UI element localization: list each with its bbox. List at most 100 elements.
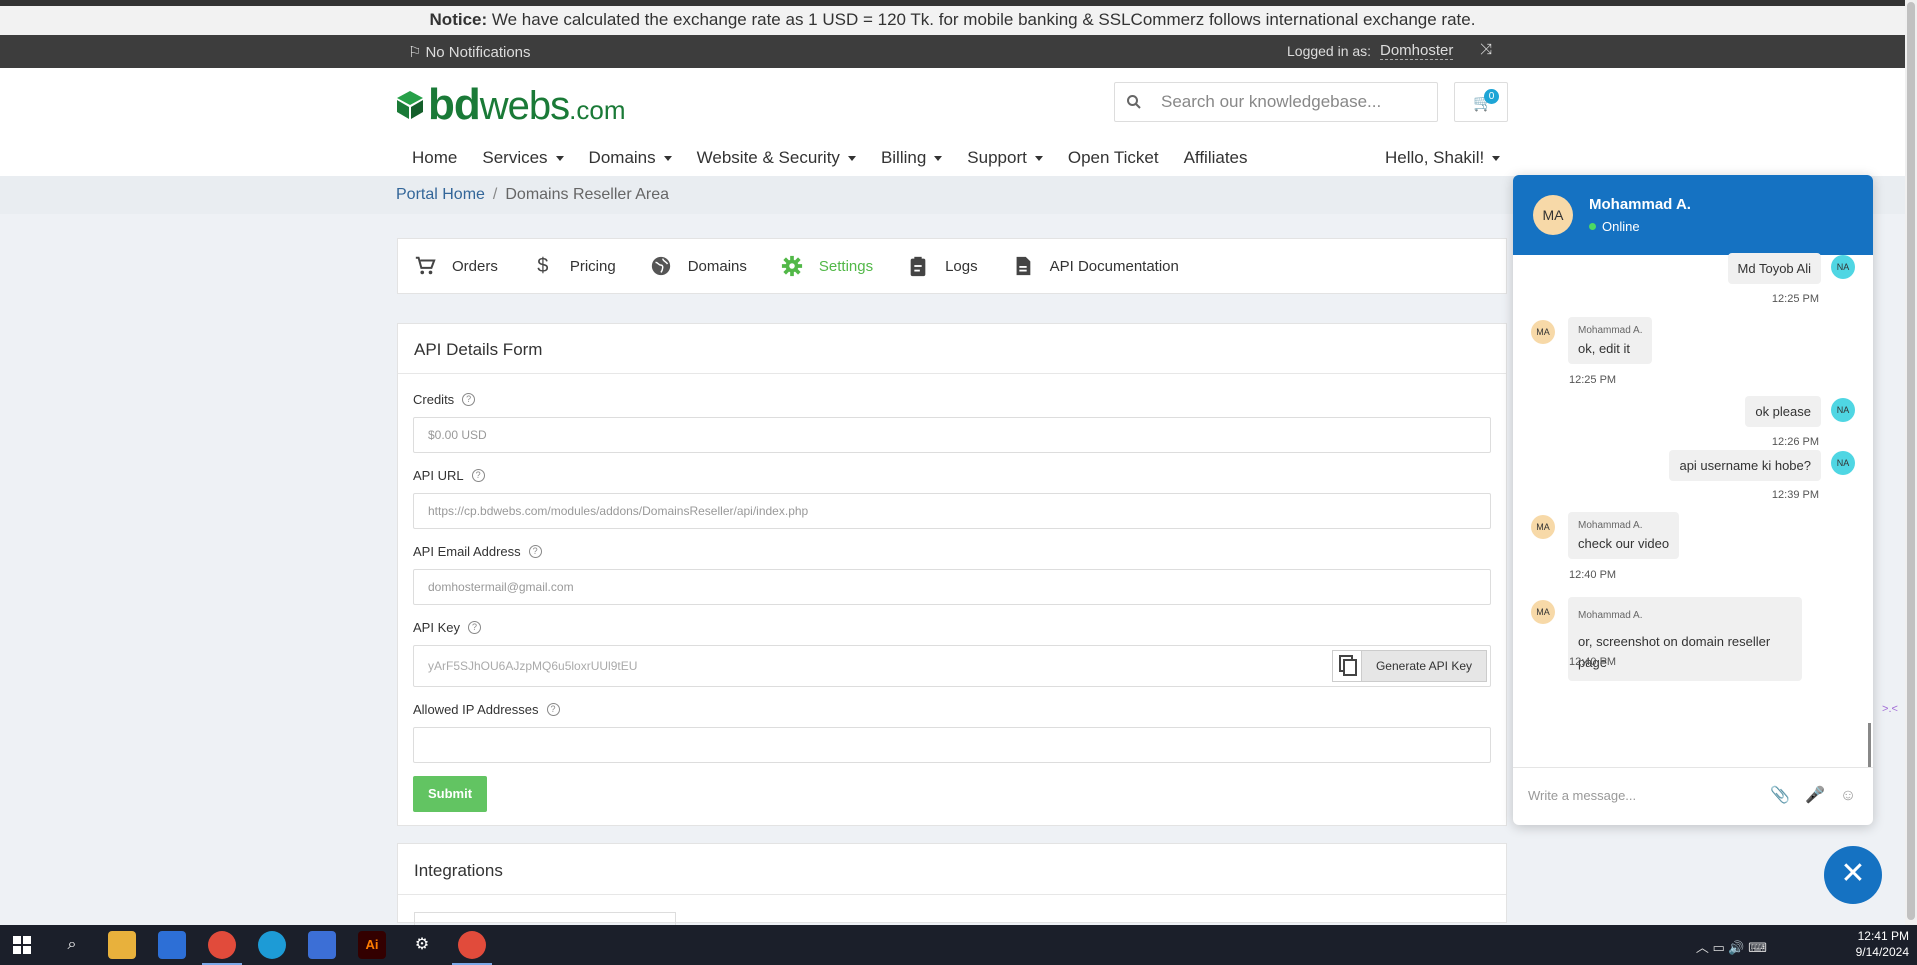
store-icon[interactable] [158,931,186,959]
tab-domains[interactable]: Domains [650,255,747,277]
cart-count-badge: 0 [1484,89,1499,104]
api-key-value: yArF5SJhOU6AJzpMQ6u5loxrUUl9tEU [428,659,638,673]
message-bubble: Mohammad A. or, screenshot on domain rese… [1568,597,1802,681]
message-time: 12:40 PM [1569,656,1617,668]
nav-billing[interactable]: Billing [881,148,943,168]
brand-bd: bd [428,80,481,129]
avatar: MA [1531,515,1555,539]
chat-header: MA Mohammad A. Online [1513,175,1873,255]
app-icon[interactable] [308,931,336,959]
chrome-icon[interactable] [208,931,236,959]
nav-services[interactable]: Services [482,148,564,168]
tab-orders[interactable]: Orders [414,255,498,277]
nav-affiliates[interactable]: Affiliates [1184,148,1248,168]
credits-input[interactable]: $0.00 USD [413,417,1491,453]
knowledgebase-search[interactable]: Search our knowledgebase... [1114,82,1438,122]
message-list[interactable]: Md Toyob Ali NA 12:25 PM MA Mohammad A. o… [1513,253,1873,767]
help-icon[interactable]: ? [546,703,560,716]
file-explorer-icon[interactable] [108,931,136,959]
scrollbar-thumb[interactable] [1907,2,1915,920]
tab-api-documentation[interactable]: API Documentation [1012,255,1179,277]
nav-open-ticket[interactable]: Open Ticket [1068,148,1159,168]
allowed-ip-field: Allowed IP Addresses? [413,702,1491,763]
account-menu[interactable]: Hello, Shakil! [1385,148,1501,168]
integrations-title: Integrations [398,844,1506,895]
avatar: NA [1831,398,1855,422]
brand-logo[interactable]: bd webs .com [396,80,626,130]
tab-logs[interactable]: Logs [907,255,978,277]
chrome-icon[interactable] [458,931,486,959]
taskbar-clock[interactable]: 12:41 PM 9/14/2024 [1856,928,1909,960]
account-greeting: Hello, Shakil! [1385,148,1485,167]
api-key-field: API Key? yArF5SJhOU6AJzpMQ6u5loxrUUl9tEU… [413,620,1491,687]
notifications-link[interactable]: ⚐ No Notifications [408,43,531,62]
message-time: 12:26 PM [1771,436,1819,448]
brand-webs: webs [479,84,570,128]
api-url-field: API URL? https://cp.bdwebs.com/modules/a… [413,468,1491,529]
allowed-ip-input[interactable] [413,727,1491,763]
close-chat-button[interactable]: ✕ [1824,846,1882,904]
settings-gear-icon[interactable]: ⚙ [408,931,436,959]
emoji-icon[interactable]: ☺ [1838,786,1858,806]
cart-button[interactable]: 🛒 0 [1454,82,1508,122]
attachment-icon[interactable]: 📎 [1770,786,1790,806]
message-input[interactable]: Write a message... [1528,788,1636,803]
reseller-tabs: Orders $ Pricing Domains Settings Logs A… [397,238,1507,294]
api-url-input[interactable]: https://cp.bdwebs.com/modules/addons/Dom… [413,493,1491,529]
flag-icon: ⚐ [408,44,422,61]
agent-status: Online [1589,219,1640,234]
message-bubble: Mohammad A. check our video [1568,512,1680,559]
help-icon[interactable]: ? [528,545,542,558]
message-time: 12:39 PM [1771,489,1819,501]
message-time: 12:40 PM [1569,569,1617,581]
message-time: 12:25 PM [1771,293,1819,305]
tab-settings[interactable]: Settings [781,255,873,277]
agent-name: Mohammad A. [1589,196,1691,213]
tab-pricing[interactable]: $ Pricing [532,255,615,277]
caret-down-icon [663,155,672,161]
notice-label: Notice: [429,10,488,29]
nav-domains[interactable]: Domains [589,148,672,168]
illustrator-icon[interactable]: Ai [358,931,386,959]
api-email-input[interactable]: domhostermail@gmail.com [413,569,1491,605]
edge-icon[interactable] [258,931,286,959]
page-scrollbar[interactable] [1905,0,1917,925]
caret-down-icon [847,155,856,161]
cart-icon [415,256,436,275]
microphone-icon[interactable]: 🎤 [1805,786,1825,806]
nav-support[interactable]: Support [967,148,1043,168]
avatar: NA [1831,255,1855,279]
breadcrumb-home[interactable]: Portal Home [396,186,485,203]
help-icon[interactable]: ? [471,469,485,482]
message-bubble: api username ki hobe? [1669,450,1821,481]
help-icon[interactable]: ? [467,621,481,634]
username-link[interactable]: Domhoster [1380,42,1454,60]
avatar: MA [1531,320,1555,344]
message-composer: Write a message... 📎 🎤 ☺ [1513,767,1873,825]
search-icon[interactable]: ⌕ [58,931,86,959]
close-icon: ✕ [1840,857,1866,890]
copy-button[interactable] [1332,650,1364,682]
top-bar: ⚐ No Notifications Logged in as: Domhost… [0,35,1905,68]
nav-home[interactable]: Home [412,148,457,168]
help-icon[interactable]: ? [462,393,476,406]
system-tray[interactable]: ︿ ▭ 🔊 ⌨ [1696,937,1767,956]
notice-text: We have calculated the exchange rate as … [491,10,1476,29]
return-to-admin-icon[interactable]: ⤨ [1480,41,1492,58]
api-key-input[interactable]: yArF5SJhOU6AJzpMQ6u5loxrUUl9tEU Generate… [413,645,1491,687]
chat-scrollbar[interactable] [1868,723,1871,767]
submit-button[interactable]: Submit [413,776,487,812]
caret-down-icon [1492,155,1501,161]
search-placeholder: Search our knowledgebase... [1161,92,1382,111]
site-header: bd webs .com Search our knowledgebase...… [0,68,1905,176]
windows-start-icon[interactable] [8,931,36,959]
avatar: MA [1531,600,1555,624]
caret-down-icon [555,155,564,161]
message-time: 12:25 PM [1569,374,1617,386]
nav-website-security[interactable]: Website & Security [697,148,856,168]
avatar: MA [1533,195,1573,235]
gear-icon [781,255,802,277]
generate-api-key-button[interactable]: Generate API Key [1361,650,1487,682]
api-email-field: API Email Address? domhostermail@gmail.c… [413,544,1491,605]
side-widget-tab[interactable]: >.< [1875,696,1905,722]
